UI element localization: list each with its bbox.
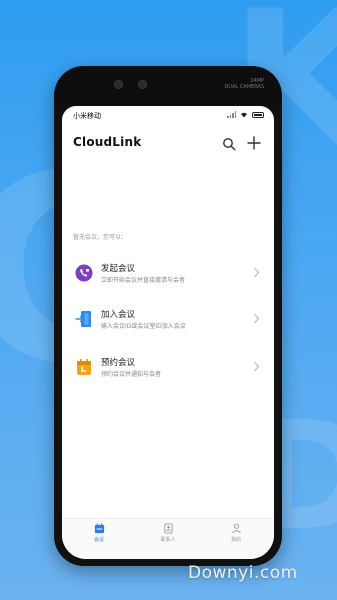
menu-item-title: 发起会议 [101, 264, 136, 274]
chevron-right-icon [254, 267, 260, 278]
wifi-icon [241, 112, 247, 117]
camera-label-line: DUAL CAMERAS [224, 84, 264, 90]
join-meeting-item[interactable]: 加入会议 输入会议ID或会议室ID加入会议 [62, 300, 274, 338]
camera-lens-icon [138, 80, 147, 89]
menu-item-description: 预约会议并通知与会者 [101, 371, 162, 378]
app-bar: CloudLink [62, 126, 274, 160]
tab-label: 我的 [230, 537, 241, 543]
tab-meetings[interactable]: 会议 [69, 523, 129, 543]
chevron-right-icon [254, 361, 260, 372]
phone-video-icon [75, 264, 93, 282]
tab-contacts[interactable]: 联系人 [138, 523, 198, 543]
bottom-tab-bar: 会议 联系人 我的 [62, 518, 274, 559]
menu-item-title: 预约会议 [101, 358, 136, 368]
person-icon [231, 523, 241, 534]
status-bar: 小米移动 [62, 106, 274, 126]
tab-me[interactable]: 我的 [206, 523, 266, 543]
camera-lens-icon [114, 80, 123, 89]
signal-icon [227, 111, 236, 118]
status-icons [227, 111, 264, 118]
start-meeting-item[interactable]: 发起会议 立即开始会议并直接邀请与会者 [62, 254, 274, 292]
menu-item-title: 加入会议 [101, 310, 136, 320]
menu-item-description: 立即开始会议并直接邀请与会者 [101, 277, 186, 284]
phone-frame: 24MP DUAL CAMERAS 小米移动 CloudLink 暂无会议，您可… [54, 66, 282, 566]
schedule-meeting-item[interactable]: 预约会议 预约会议并通知与会者 [62, 348, 274, 386]
phone-top-bezel: 24MP DUAL CAMERAS [54, 66, 282, 106]
contacts-icon [163, 523, 173, 534]
phone-screen: 小米移动 CloudLink 暂无会议，您可以： 发起会议 立即开始会议并直接邀… [62, 106, 274, 559]
watermark: Downyi.com [188, 563, 298, 583]
camera-label: 24MP DUAL CAMERAS [224, 78, 264, 90]
tab-label: 联系人 [160, 537, 176, 543]
tab-label: 会议 [93, 537, 104, 543]
chevron-right-icon [254, 313, 260, 324]
add-icon[interactable] [247, 136, 261, 150]
app-title: CloudLink [73, 135, 142, 149]
search-icon[interactable] [222, 137, 236, 151]
empty-hint: 暂无会议，您可以： [73, 234, 128, 241]
calendar-icon [77, 359, 91, 375]
carrier-label: 小米移动 [73, 112, 101, 120]
join-door-icon [75, 311, 91, 327]
battery-icon [252, 111, 264, 118]
calendar-tab-icon [94, 523, 104, 534]
menu-item-description: 输入会议ID或会议室ID加入会议 [101, 323, 186, 330]
